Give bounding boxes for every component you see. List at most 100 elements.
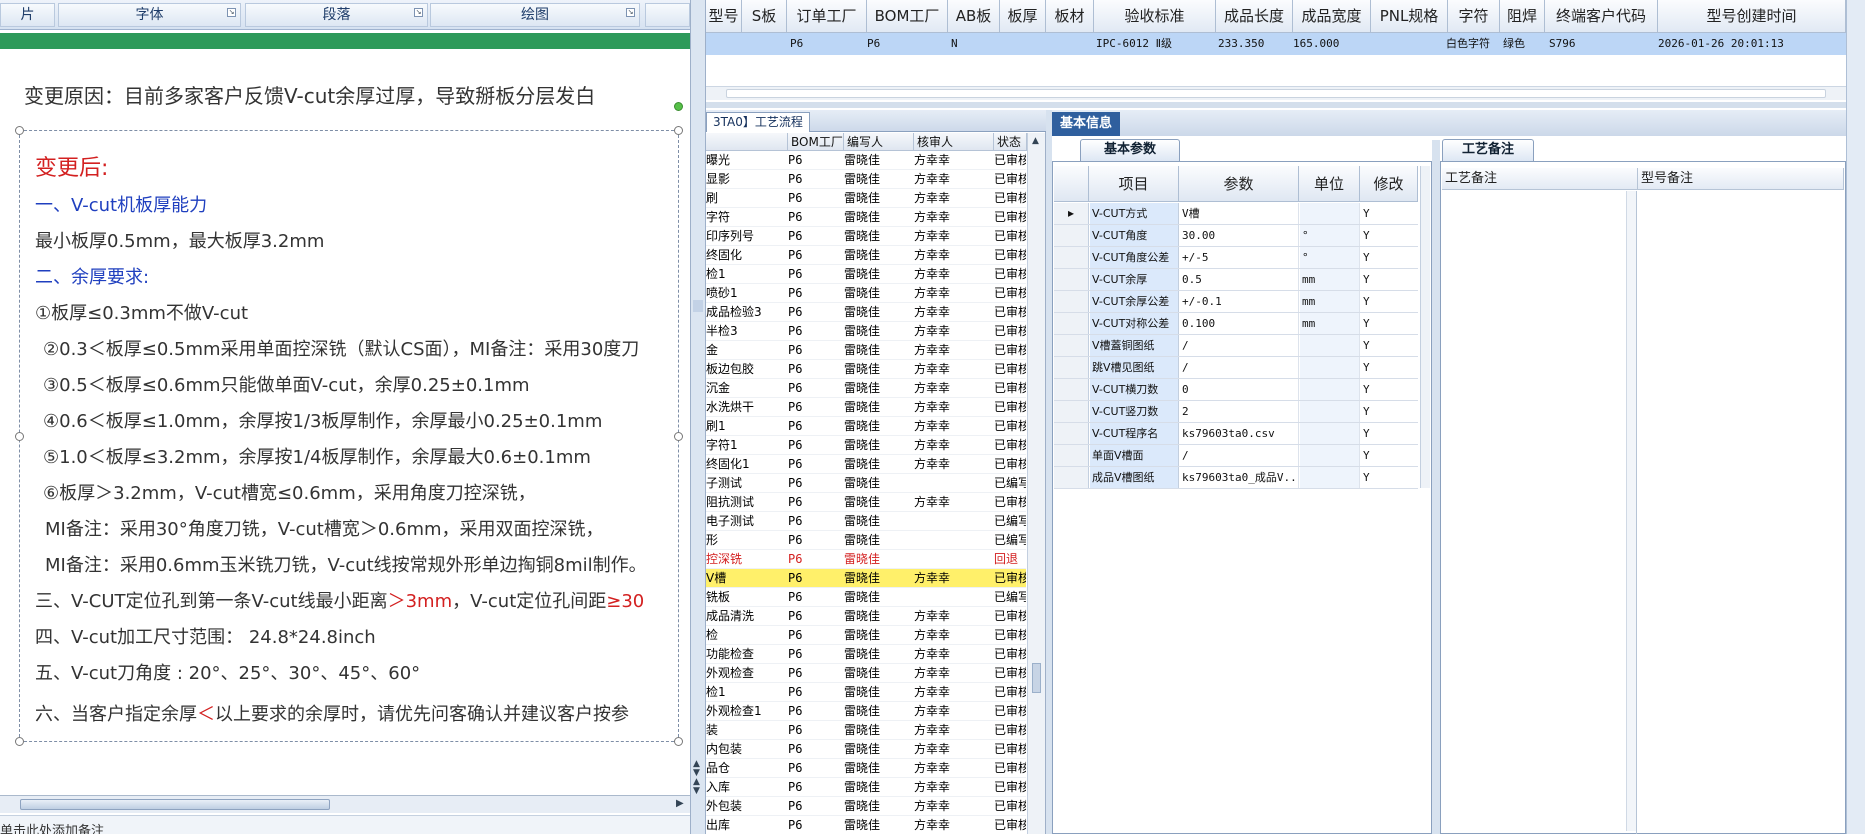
process-row[interactable]: 控深铣 P6 雷晓佳 回退 bbox=[706, 550, 1026, 569]
tab-basic-params[interactable]: 基本参数 bbox=[1080, 139, 1180, 161]
process-row[interactable]: V槽 P6 雷晓佳 方幸幸 已审核 bbox=[706, 569, 1026, 588]
process-row[interactable]: 铣板 P6 雷晓佳 已编写 bbox=[706, 588, 1026, 607]
param-param-cell[interactable]: / bbox=[1180, 335, 1299, 356]
row-header[interactable] bbox=[1054, 335, 1089, 356]
row-header[interactable] bbox=[1054, 379, 1089, 400]
scroll-right-icon[interactable]: ▶ bbox=[676, 798, 684, 809]
process-row[interactable]: 外包装 P6 雷晓佳 方幸幸 已审核 bbox=[706, 797, 1026, 816]
param-param-cell[interactable]: 0 bbox=[1180, 379, 1299, 400]
resize-handle[interactable] bbox=[674, 432, 683, 441]
column-header[interactable]: 参数 bbox=[1179, 166, 1299, 202]
column-header[interactable]: BOM工厂 bbox=[788, 133, 844, 151]
column-header[interactable]: 修改 bbox=[1360, 166, 1418, 202]
param-row[interactable]: V-CUT程序名 ks79603ta0.csv Y bbox=[1054, 423, 1418, 445]
process-row[interactable]: 终固化 P6 雷晓佳 方幸幸 已审核 bbox=[706, 246, 1026, 265]
scroll-arrows-icon[interactable]: ▲ ▼ ▲ ▼ bbox=[693, 760, 700, 796]
resize-handle[interactable] bbox=[15, 126, 24, 135]
row-header[interactable] bbox=[1054, 357, 1089, 378]
column-header[interactable]: 项目 bbox=[1089, 166, 1179, 202]
ribbon-group-pictures[interactable]: 片 bbox=[0, 3, 55, 27]
right-edge-scrollbar[interactable] bbox=[1846, 0, 1865, 834]
column-header[interactable]: 型号备注 bbox=[1638, 168, 1844, 190]
row-header[interactable] bbox=[1054, 313, 1089, 334]
vertical-scrollbar[interactable]: ▲ ▼ ▲ ▼ bbox=[690, 0, 706, 834]
process-row[interactable]: 入库 P6 雷晓佳 方幸幸 已审核 bbox=[706, 778, 1026, 797]
param-row[interactable]: ▸ V-CUT方式 V槽 Y bbox=[1054, 203, 1418, 225]
param-row[interactable]: V-CUT角度公差 +/-5 ° Y bbox=[1054, 247, 1418, 269]
process-row[interactable]: 形 P6 雷晓佳 已编写 bbox=[706, 531, 1026, 550]
param-param-cell[interactable]: 0.5 bbox=[1180, 269, 1299, 290]
process-row[interactable]: 字符 P6 雷晓佳 方幸幸 已审核 bbox=[706, 208, 1026, 227]
tab-process-flow[interactable]: 3TA0】工艺流程 bbox=[706, 112, 810, 132]
param-param-cell[interactable]: 2 bbox=[1180, 401, 1299, 422]
process-row[interactable]: 终固化1 P6 雷晓佳 方幸幸 已审核 bbox=[706, 455, 1026, 474]
process-row[interactable]: 功能检查 P6 雷晓佳 方幸幸 已审核 bbox=[706, 645, 1026, 664]
dialog-launcher-icon[interactable]: ↘ bbox=[626, 8, 635, 17]
scroll-up-icon[interactable]: ▲ bbox=[1032, 136, 1039, 146]
notes-bar[interactable]: 单击此处添加备注 bbox=[0, 815, 690, 834]
param-param-cell[interactable]: +/-0.1 bbox=[1180, 291, 1299, 312]
process-row[interactable]: 外观检查 P6 雷晓佳 方幸幸 已审核 bbox=[706, 664, 1026, 683]
scrollbar-thumb[interactable] bbox=[20, 799, 330, 810]
param-param-cell[interactable]: 0.100 bbox=[1180, 313, 1299, 334]
process-row[interactable]: 电子测试 P6 雷晓佳 已编写 bbox=[706, 512, 1026, 531]
column-header[interactable]: 状态 bbox=[994, 133, 1027, 151]
param-param-cell[interactable]: +/-5 bbox=[1180, 247, 1299, 268]
process-row[interactable]: 喷砂1 P6 雷晓佳 方幸幸 已审核 bbox=[706, 284, 1026, 303]
vertical-scrollbar[interactable] bbox=[1420, 166, 1430, 488]
param-row[interactable]: V-CUT对称公差 0.100 mm Y bbox=[1054, 313, 1418, 335]
vertical-scrollbar[interactable] bbox=[1626, 191, 1636, 831]
process-row[interactable]: 装 P6 雷晓佳 方幸幸 已审核 bbox=[706, 721, 1026, 740]
process-row[interactable]: 刷 P6 雷晓佳 方幸幸 已审核 bbox=[706, 189, 1026, 208]
row-header[interactable] bbox=[1054, 445, 1089, 466]
splitter[interactable] bbox=[706, 102, 1846, 108]
param-row[interactable]: V-CUT余厚公差 +/-0.1 mm Y bbox=[1054, 291, 1418, 313]
scrollbar-thumb[interactable] bbox=[1032, 663, 1041, 693]
param-row[interactable]: V-CUT竖刀数 2 Y bbox=[1054, 401, 1418, 423]
process-row[interactable]: 字符1 P6 雷晓佳 方幸幸 已审核 bbox=[706, 436, 1026, 455]
tab-process-notes[interactable]: 工艺备注 bbox=[1442, 139, 1534, 161]
ribbon-group-font[interactable]: 字体 ↘ bbox=[58, 3, 241, 27]
resize-handle[interactable] bbox=[674, 126, 683, 135]
rotate-handle[interactable] bbox=[674, 102, 683, 111]
horizontal-scrollbar[interactable] bbox=[706, 86, 1846, 100]
param-row[interactable]: 成品V槽图纸 ks79603ta0_成品V... Y bbox=[1054, 467, 1418, 489]
column-header[interactable]: 单位 bbox=[1299, 166, 1360, 202]
param-param-cell[interactable]: ks79603ta0.csv bbox=[1180, 423, 1299, 444]
vertical-scrollbar[interactable]: ▲ bbox=[1027, 133, 1045, 834]
resize-handle[interactable] bbox=[15, 432, 24, 441]
tab-basic-info[interactable]: 基本信息 bbox=[1052, 112, 1120, 136]
column-header[interactable]: S板 bbox=[742, 0, 787, 33]
column-header[interactable]: 编写人 bbox=[844, 133, 914, 151]
column-header[interactable]: 板厚 bbox=[1000, 0, 1046, 33]
param-row[interactable]: 跳V槽见图纸 / Y bbox=[1054, 357, 1418, 379]
column-header[interactable]: BOM工厂 bbox=[867, 0, 948, 33]
process-row[interactable]: 阻抗测试 P6 雷晓佳 方幸幸 已审核 bbox=[706, 493, 1026, 512]
param-param-cell[interactable]: / bbox=[1180, 445, 1299, 466]
ribbon-group-more[interactable] bbox=[645, 3, 690, 27]
param-param-cell[interactable]: V槽 bbox=[1180, 203, 1299, 224]
process-row[interactable]: 检1 P6 雷晓佳 方幸幸 已审核 bbox=[706, 265, 1026, 284]
column-header[interactable]: PNL规格 bbox=[1371, 0, 1448, 33]
process-row[interactable]: 显影 P6 雷晓佳 方幸幸 已审核 bbox=[706, 170, 1026, 189]
current-row-indicator-icon[interactable]: ▸ bbox=[1054, 203, 1089, 224]
resize-handle[interactable] bbox=[15, 737, 24, 746]
param-param-cell[interactable]: ks79603ta0_成品V... bbox=[1180, 467, 1299, 488]
column-header[interactable]: 终端客户代码 bbox=[1545, 0, 1658, 33]
param-row[interactable]: 单面V槽面 / Y bbox=[1054, 445, 1418, 467]
process-row[interactable]: 金 P6 雷晓佳 方幸幸 已审核 bbox=[706, 341, 1026, 360]
column-header[interactable]: 工艺备注 bbox=[1442, 168, 1638, 190]
column-header[interactable]: 订单工厂 bbox=[787, 0, 867, 33]
process-row[interactable]: 印序列号 P6 雷晓佳 方幸幸 已审核 bbox=[706, 227, 1026, 246]
row-header[interactable] bbox=[1054, 467, 1089, 488]
param-row[interactable]: V-CUT余厚 0.5 mm Y bbox=[1054, 269, 1418, 291]
process-row[interactable]: 外观检查1 P6 雷晓佳 方幸幸 已审核 bbox=[706, 702, 1026, 721]
column-header[interactable]: AB板 bbox=[948, 0, 1000, 33]
process-row[interactable]: 刷1 P6 雷晓佳 方幸幸 已审核 bbox=[706, 417, 1026, 436]
param-param-cell[interactable]: / bbox=[1180, 357, 1299, 378]
process-row[interactable]: 检 P6 雷晓佳 方幸幸 已审核 bbox=[706, 626, 1026, 645]
row-header[interactable] bbox=[1054, 291, 1089, 312]
process-row[interactable]: 曝光 P6 雷晓佳 方幸幸 已审核 bbox=[706, 151, 1026, 170]
process-row[interactable]: 板边包胶 P6 雷晓佳 方幸幸 已审核 bbox=[706, 360, 1026, 379]
resize-handle[interactable] bbox=[674, 737, 683, 746]
